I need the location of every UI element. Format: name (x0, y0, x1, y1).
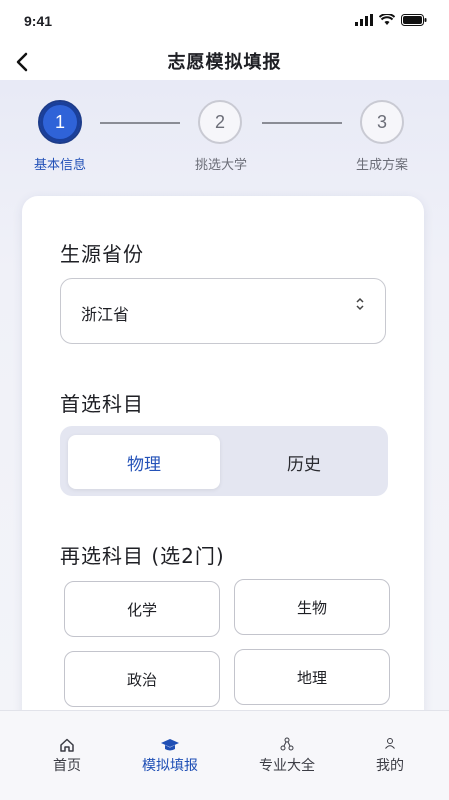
home-icon (60, 738, 74, 752)
province-select[interactable]: 浙江省 (60, 278, 386, 344)
tab-simulate-label: 模拟填报 (142, 758, 198, 774)
subject-chip-biology[interactable]: 生物 (234, 579, 390, 635)
person-icon (385, 738, 395, 749)
step-1-circle[interactable]: 1 (38, 100, 82, 144)
nav-bar: 志愿模拟填报 (0, 44, 449, 80)
subject-chip-politics[interactable]: 政治 (64, 651, 220, 707)
step-2-number: 2 (214, 111, 225, 132)
step-2-circle[interactable]: 2 (198, 100, 242, 144)
primary-subject-segment: 物理 历史 (60, 426, 388, 496)
tab-majors[interactable]: 专业大全 (231, 711, 343, 800)
tab-majors-label: 专业大全 (259, 758, 315, 774)
step-3-number: 3 (376, 111, 387, 132)
step-1-label: 基本信息 (33, 158, 86, 173)
status-bar: 9:41 (0, 0, 449, 44)
tab-simulate[interactable]: 模拟填报 (114, 711, 226, 800)
subject-chip-chemistry[interactable]: 化学 (64, 581, 220, 637)
network-icon (280, 737, 294, 751)
step-connector-1 (100, 122, 180, 124)
subject-chip-geography[interactable]: 地理 (234, 649, 390, 705)
graduation-cap-icon (161, 739, 179, 751)
tab-bar: 首页 模拟填报 专业大全 我的 (0, 710, 449, 800)
battery-icon (401, 14, 427, 26)
signal-icon (355, 14, 373, 26)
step-3-label: 生成方案 (355, 158, 408, 173)
tab-home-label: 首页 (53, 758, 81, 774)
page-title: 志愿模拟填报 (167, 52, 282, 73)
step-1-number: 1 (54, 111, 65, 132)
wifi-icon (379, 14, 395, 25)
province-value: 浙江省 (81, 305, 130, 324)
stepper: 1 2 3 基本信息 挑选大学 生成方案 (0, 100, 449, 180)
step-3-circle[interactable]: 3 (360, 100, 404, 144)
tab-profile[interactable]: 我的 (334, 711, 446, 800)
status-icons (355, 14, 427, 26)
segment-option-history[interactable]: 历史 (228, 435, 380, 489)
step-connector-2 (262, 122, 342, 124)
chevron-updown-icon (355, 297, 365, 311)
segment-option-physics[interactable]: 物理 (68, 435, 220, 489)
step-2-label: 挑选大学 (194, 158, 247, 173)
province-label: 生源省份 (60, 242, 144, 266)
tab-home[interactable]: 首页 (11, 711, 123, 800)
secondary-subject-label: 再选科目 (选2门) (60, 544, 225, 568)
status-time: 9:41 (24, 13, 53, 29)
tab-profile-label: 我的 (376, 758, 404, 774)
primary-subject-label: 首选科目 (60, 392, 144, 416)
